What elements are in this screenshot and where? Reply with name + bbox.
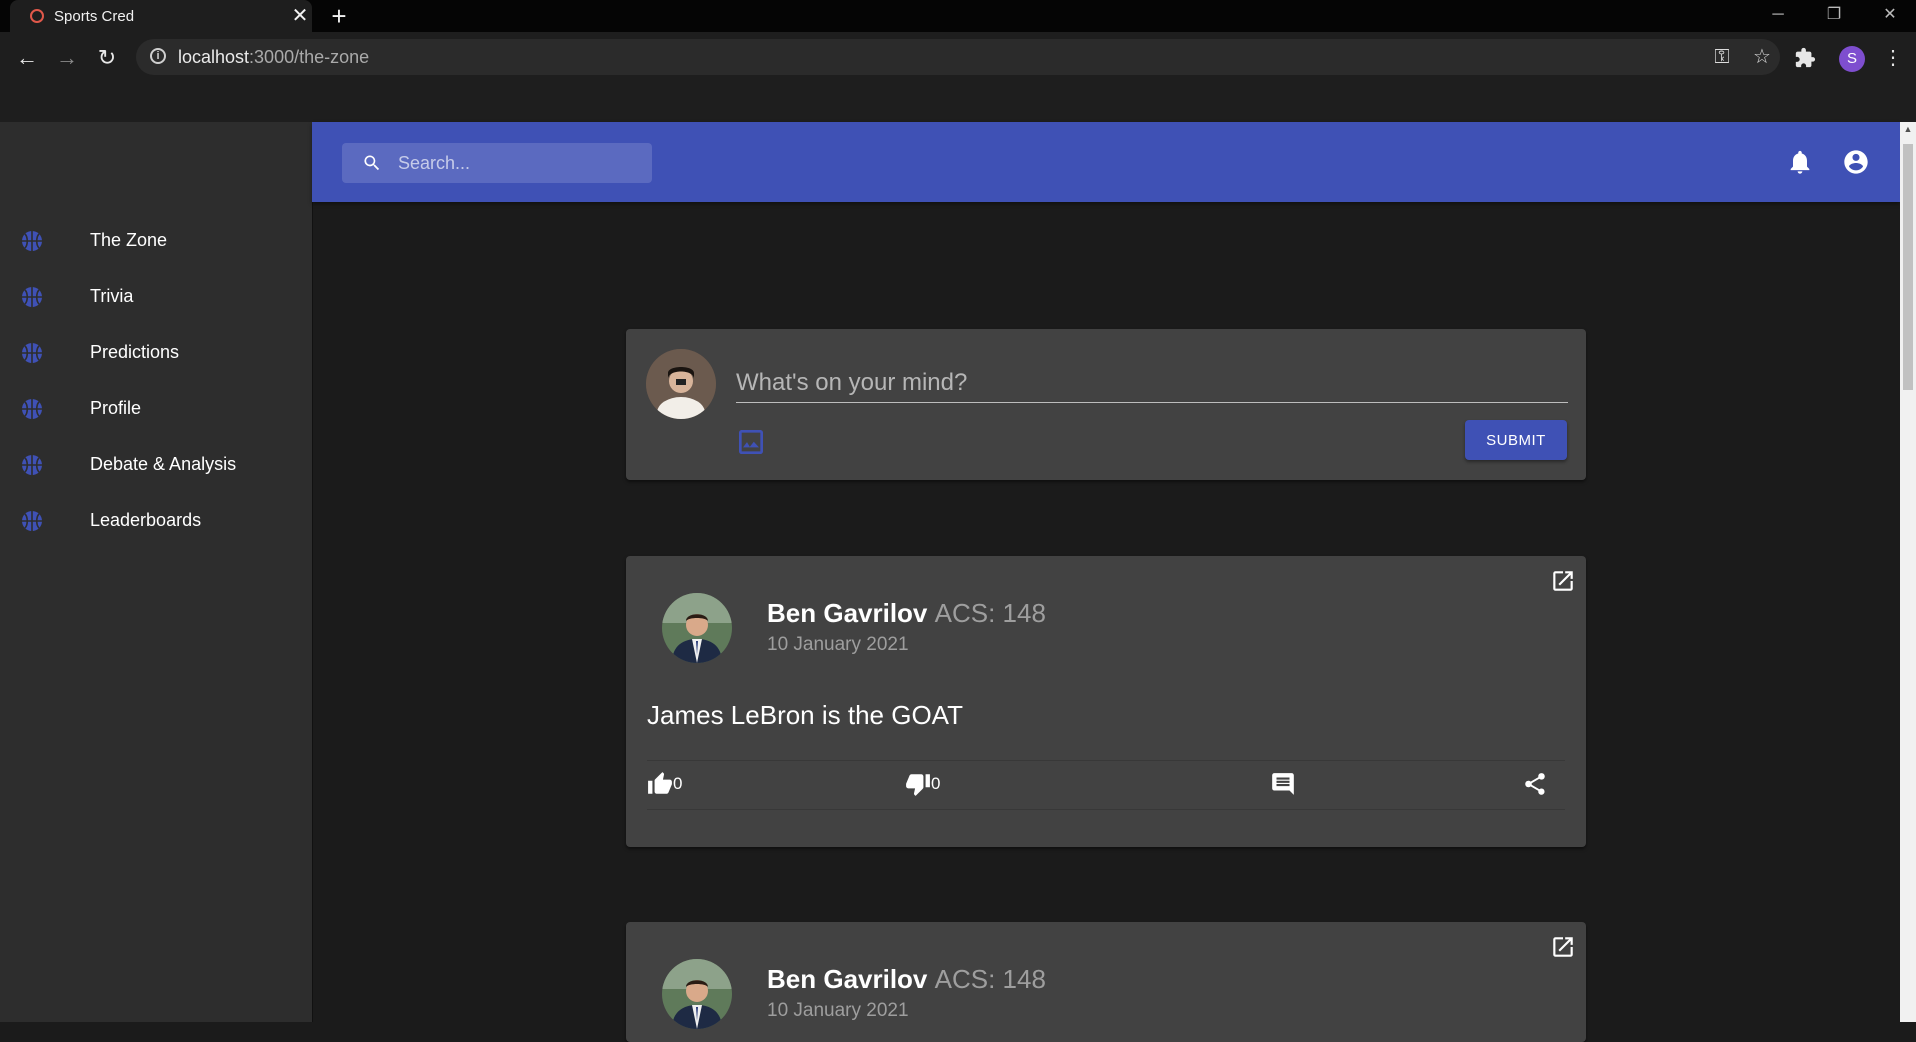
sidebar: The Zone Trivia Predictions Profile Deba… bbox=[0, 122, 313, 1022]
acs-score: ACS: 148 bbox=[934, 598, 1046, 628]
address-bar[interactable]: i localhost:3000/the-zone ⚿ ☆ bbox=[136, 39, 1780, 75]
browser-profile-avatar[interactable]: S bbox=[1839, 46, 1865, 72]
current-user-avatar bbox=[646, 349, 716, 419]
post-author[interactable]: Ben Gavrilov ACS: 148 bbox=[767, 964, 1046, 995]
share-button[interactable] bbox=[1522, 771, 1548, 797]
author-avatar[interactable] bbox=[662, 593, 732, 663]
browser-tabstrip: Sports Cred ✕ + ─ ❐ ✕ bbox=[0, 0, 1916, 32]
basketball-icon bbox=[22, 287, 42, 307]
key-icon[interactable]: ⚿ bbox=[1710, 45, 1734, 69]
dislike-button[interactable]: 0 bbox=[905, 771, 940, 797]
sidebar-item-predictions[interactable]: Predictions bbox=[0, 325, 312, 381]
basketball-icon bbox=[22, 343, 42, 363]
bookmark-star-icon[interactable]: ☆ bbox=[1750, 45, 1774, 69]
post-date: 10 January 2021 bbox=[767, 634, 909, 655]
post-body: James LeBron is the GOAT bbox=[647, 700, 963, 730]
whats-on-your-mind-input[interactable] bbox=[736, 364, 1568, 403]
notifications-bell-icon[interactable] bbox=[1786, 148, 1814, 176]
submit-button[interactable]: SUBMIT bbox=[1465, 420, 1567, 460]
close-tab-icon[interactable]: ✕ bbox=[289, 5, 311, 27]
post-actions: 0 0 bbox=[647, 760, 1565, 810]
dislike-count: 0 bbox=[931, 774, 941, 793]
app-bar bbox=[312, 122, 1900, 202]
browser-menu-icon[interactable]: ⋮ bbox=[1875, 40, 1911, 76]
comment-icon bbox=[1272, 773, 1294, 795]
close-window-icon[interactable]: ✕ bbox=[1862, 0, 1916, 32]
restore-icon[interactable]: ❐ bbox=[1806, 0, 1862, 32]
account-circle-icon[interactable] bbox=[1842, 148, 1870, 176]
post-author[interactable]: Ben Gavrilov ACS: 148 bbox=[767, 598, 1046, 629]
like-button[interactable]: 0 bbox=[647, 771, 682, 797]
open-in-new-icon[interactable] bbox=[1550, 934, 1576, 960]
comment-button[interactable] bbox=[1270, 771, 1296, 797]
sidebar-item-label: Debate & Analysis bbox=[90, 454, 237, 474]
post-card: Ben Gavrilov ACS: 148 10 January 2021 Ja… bbox=[626, 556, 1586, 847]
image-upload-icon[interactable] bbox=[735, 426, 767, 458]
share-icon bbox=[1525, 773, 1545, 795]
basketball-icon bbox=[22, 399, 42, 419]
basketball-icon bbox=[22, 455, 42, 475]
sidebar-item-leaderboards[interactable]: Leaderboards bbox=[0, 493, 312, 549]
author-avatar[interactable] bbox=[662, 959, 732, 1029]
browser-tab[interactable]: Sports Cred ✕ bbox=[10, 0, 312, 32]
sidebar-item-debate-analysis[interactable]: Debate & Analysis bbox=[0, 437, 312, 493]
acs-score: ACS: 148 bbox=[934, 964, 1046, 994]
search-box[interactable] bbox=[342, 143, 652, 183]
sidebar-item-label: The Zone bbox=[90, 230, 168, 250]
basketball-icon bbox=[22, 511, 42, 531]
sidebar-item-label: Leaderboards bbox=[90, 510, 202, 530]
sidebar-item-label: Predictions bbox=[90, 342, 180, 362]
post-composer: SUBMIT bbox=[626, 329, 1586, 480]
forward-icon[interactable]: → bbox=[49, 40, 85, 76]
site-info-icon[interactable]: i bbox=[150, 48, 166, 64]
favicon-icon bbox=[30, 9, 44, 23]
post-date: 10 January 2021 bbox=[767, 1000, 909, 1021]
sidebar-item-label: Trivia bbox=[90, 286, 134, 306]
sidebar-item-trivia[interactable]: Trivia bbox=[0, 269, 312, 325]
extensions-icon[interactable] bbox=[1794, 47, 1816, 69]
like-count: 0 bbox=[673, 774, 683, 793]
search-input[interactable] bbox=[398, 143, 648, 183]
browser-toolbar: ← → ↻ i localhost:3000/the-zone ⚿ ☆ S ⋮ bbox=[0, 32, 1916, 122]
basketball-icon bbox=[22, 231, 42, 251]
page-scrollbar[interactable]: ▲ bbox=[1900, 122, 1916, 1022]
scroll-up-icon[interactable]: ▲ bbox=[1900, 124, 1916, 138]
reload-icon[interactable]: ↻ bbox=[89, 40, 125, 76]
thumb-up-icon bbox=[648, 772, 672, 794]
post-card: Ben Gavrilov ACS: 148 10 January 2021 bbox=[626, 922, 1586, 1042]
sidebar-item-profile[interactable]: Profile bbox=[0, 381, 312, 437]
tab-title: Sports Cred bbox=[54, 8, 135, 25]
sidebar-item-the-zone[interactable]: The Zone bbox=[0, 213, 312, 269]
back-icon[interactable]: ← bbox=[9, 40, 45, 76]
new-tab-icon[interactable]: + bbox=[326, 3, 352, 29]
thumb-down-icon bbox=[906, 774, 930, 796]
search-icon bbox=[364, 155, 380, 171]
scroll-thumb[interactable] bbox=[1903, 144, 1913, 390]
open-in-new-icon[interactable] bbox=[1550, 568, 1576, 594]
url-text: localhost:3000/the-zone bbox=[178, 47, 370, 67]
minimize-icon[interactable]: ─ bbox=[1750, 0, 1806, 32]
sidebar-item-label: Profile bbox=[90, 398, 142, 418]
